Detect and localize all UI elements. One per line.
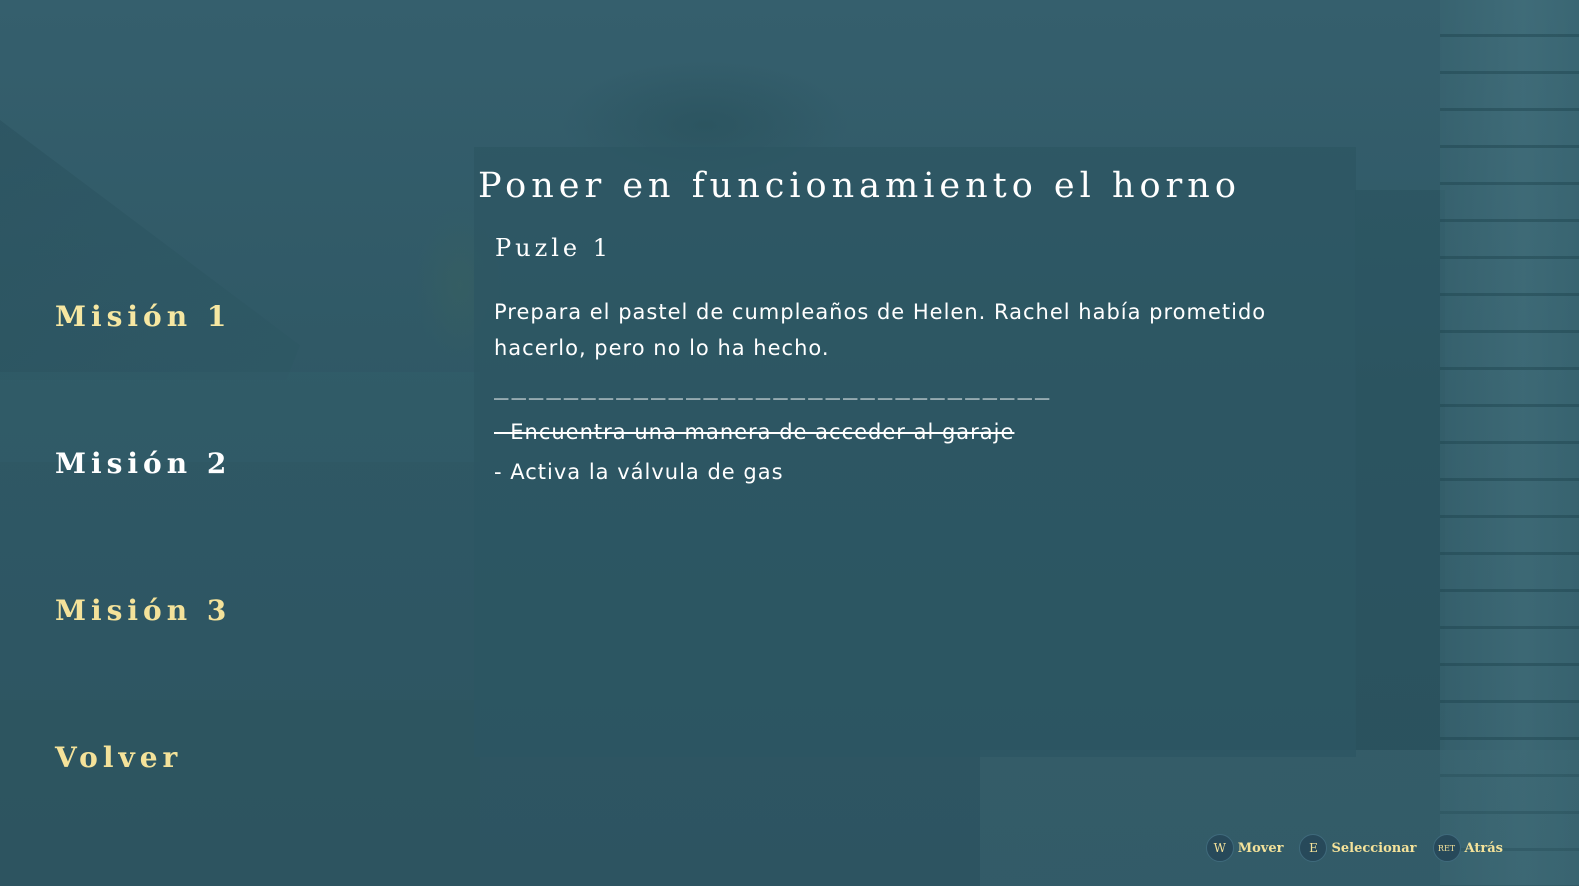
hint-move: W Mover [1205,834,1284,862]
mission-title: Poner en funcionamiento el horno [478,166,1241,206]
hint-back-label: Atrás [1464,840,1503,856]
mission-subtitle: Puzle 1 [495,234,613,262]
background-wall-right [1355,190,1445,750]
hint-move-label: Mover [1237,840,1284,856]
mission-description: Prepara el pastel de cumpleaños de Helen… [494,300,1267,360]
key-w-icon: W [1205,834,1234,862]
mission-screen: Misión 1 Misión 2 Misión 3 Volver Poner … [0,0,1579,886]
task-pending: - Activa la válvula de gas [494,460,784,484]
menu-item-mision-3[interactable]: Misión 3 [55,594,231,627]
background-floor [980,750,1579,886]
hint-select-label: Seleccionar [1331,840,1417,856]
menu-item-mision-1[interactable]: Misión 1 [55,300,231,333]
task-completed: - Encuentra una manera de acceder al gar… [494,420,1015,444]
hint-back: RET Atrás [1432,834,1503,862]
menu-item-mision-2[interactable]: Misión 2 [55,447,231,480]
key-return-icon: RET [1432,834,1461,862]
separator-line: ________________________________ [494,372,1053,400]
background-ground [0,700,480,886]
background-roof [0,90,300,380]
menu-item-volver[interactable]: Volver [55,741,182,774]
control-hints: W Mover E Seleccionar RET Atrás [1205,834,1503,862]
key-e-icon: E [1299,834,1328,862]
hint-select: E Seleccionar [1299,834,1417,862]
